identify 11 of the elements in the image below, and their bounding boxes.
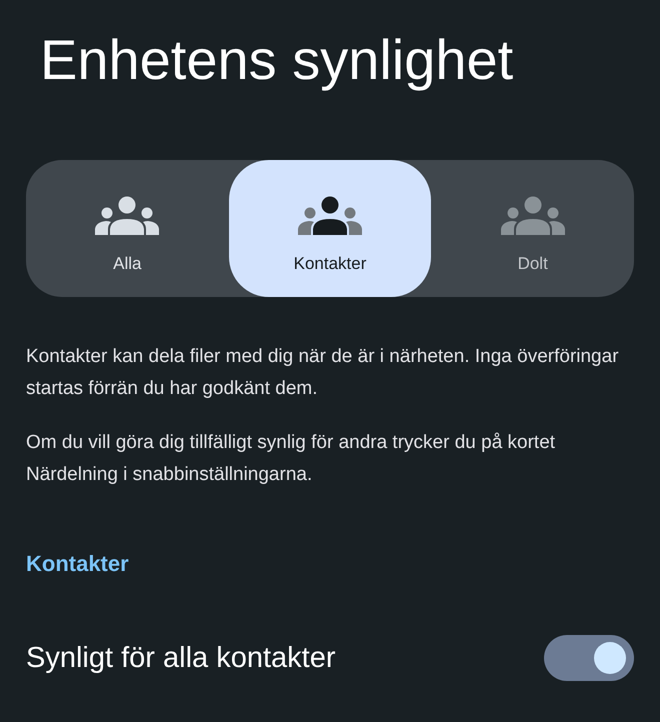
section-header: Kontakter xyxy=(26,551,130,577)
setting-label: Synligt för alla kontakter xyxy=(26,642,336,674)
description-text: Om du vill göra dig tillfälligt synlig för andra trycker du på kortet Närdelning i snabbinställningarna. xyxy=(26,431,556,487)
people-icon xyxy=(95,196,160,236)
toggle-switch[interactable] xyxy=(544,635,634,681)
page-title: Enhetens synlighet xyxy=(40,28,514,92)
people-icon xyxy=(298,196,362,236)
visibility-option[interactable]: Kontakter xyxy=(228,160,432,297)
people-icon xyxy=(500,196,565,236)
description-text: Kontakter kan dela filer med dig när de är i närheten. Inga överföringar startas förrän du har godkänt dem. xyxy=(26,345,620,401)
visibility-option[interactable]: Alla xyxy=(26,160,229,297)
